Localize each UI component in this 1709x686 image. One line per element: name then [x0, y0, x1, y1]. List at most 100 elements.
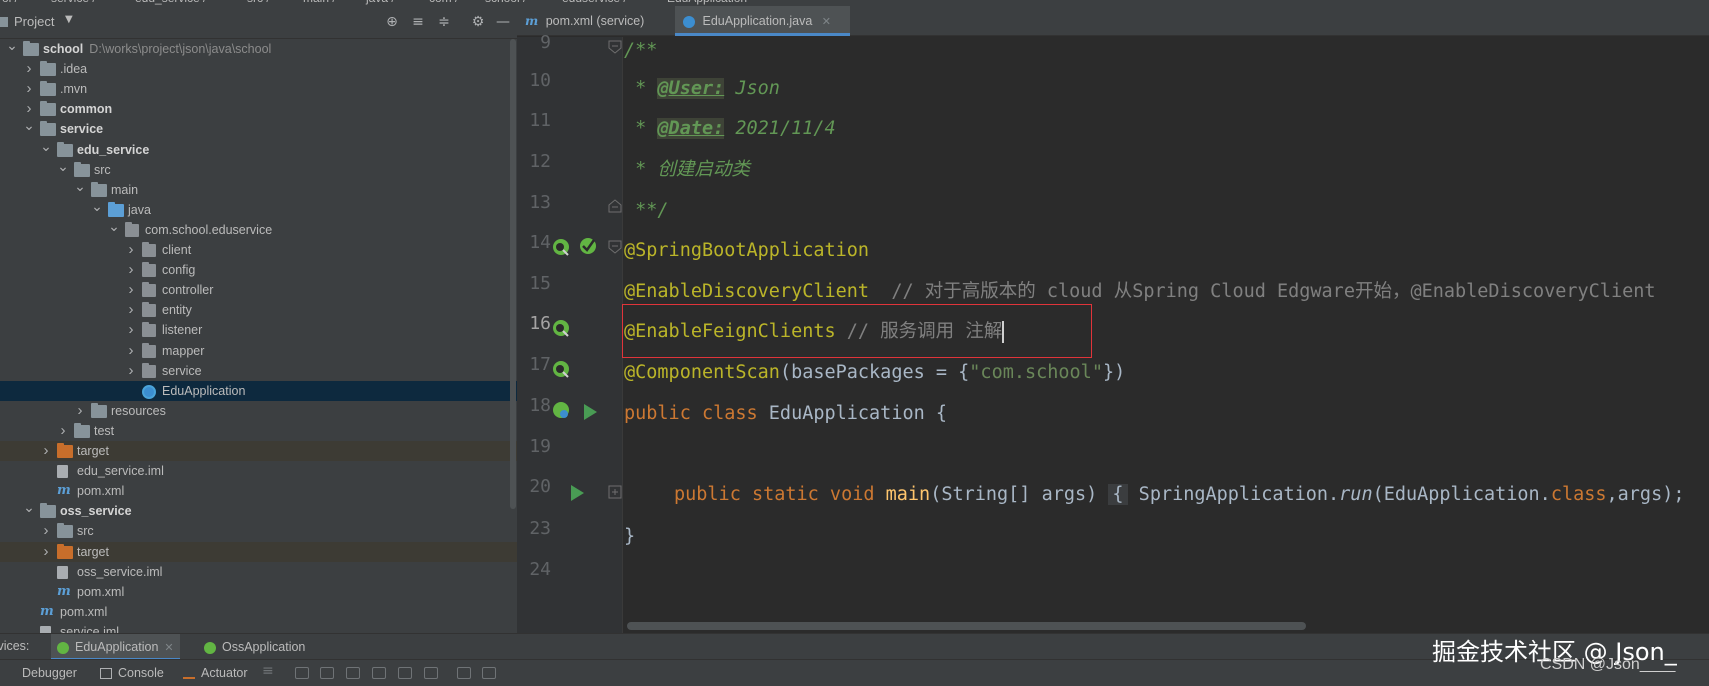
tree-scrollbar[interactable] [509, 39, 517, 633]
run-icon[interactable] [580, 402, 600, 422]
fold-marker-icon[interactable] [608, 40, 622, 54]
tree-item[interactable]: › .idea [0, 59, 517, 79]
chevron-right-icon[interactable]: › [125, 341, 137, 361]
hide-icon[interactable]: — [494, 13, 512, 31]
collapse-all-icon[interactable]: ≑ [435, 13, 453, 31]
tree-item[interactable]: ⌄ main [0, 178, 517, 200]
chevron-right-icon[interactable]: › [40, 542, 52, 562]
debugger-tab[interactable]: Debugger [22, 666, 77, 680]
tree-item[interactable]: › target [0, 541, 517, 562]
breadcrumb-item[interactable]: ol / [2, 0, 18, 5]
close-icon[interactable]: ✕ [164, 642, 173, 654]
console-tab[interactable]: Console [100, 666, 164, 680]
chevron-right-icon[interactable]: › [74, 401, 86, 421]
locate-icon[interactable]: ⊕ [383, 13, 401, 31]
breadcrumb-item[interactable]: edu_service / [135, 0, 206, 5]
chevron-down-icon[interactable]: ⌄ [57, 156, 69, 176]
spring-bean-icon[interactable] [552, 319, 572, 339]
settings-icon[interactable] [482, 667, 496, 679]
tree-item[interactable]: › test [0, 421, 517, 441]
tab-edu-application[interactable]: EduApplication.java ✕ [675, 6, 850, 36]
tree-item[interactable]: oss_service.iml [0, 562, 517, 582]
breadcrumb-item[interactable]: service / [51, 0, 96, 5]
tree-item[interactable]: › mapper [0, 341, 517, 361]
tree-item[interactable]: › .mvn [0, 79, 517, 99]
chevron-right-icon[interactable]: › [125, 361, 137, 381]
step-into-icon[interactable] [320, 667, 334, 679]
chevron-right-icon[interactable]: › [57, 421, 69, 441]
tree-item[interactable]: ⌄ school D:\works\project\json\java\school [0, 37, 517, 59]
actuator-tab[interactable]: Actuator [183, 666, 248, 680]
step-out-icon[interactable] [372, 667, 386, 679]
step-over-icon[interactable] [295, 667, 309, 679]
service-tab-edu-application[interactable]: EduApplication ✕ [51, 634, 180, 660]
run-icon[interactable] [567, 483, 587, 503]
chevron-down-icon[interactable]: ⌄ [6, 35, 18, 55]
tree-item[interactable]: › entity [0, 300, 517, 320]
tree-item[interactable]: service.iml [0, 622, 517, 633]
chevron-right-icon[interactable]: › [125, 280, 137, 300]
folded-region[interactable]: { [1108, 484, 1128, 505]
tree-item[interactable]: edu_service.iml [0, 461, 517, 481]
project-view-title[interactable]: Project [14, 14, 54, 29]
breadcrumb-item[interactable]: main / [303, 0, 336, 5]
fold-expand-icon[interactable] [608, 485, 622, 499]
chevron-right-icon[interactable]: › [125, 240, 137, 260]
chevron-down-icon[interactable]: ⌄ [74, 176, 86, 196]
tree-item[interactable]: EduApplication [0, 380, 517, 401]
chevron-right-icon[interactable]: › [125, 300, 137, 320]
tree-item[interactable]: › client [0, 240, 517, 260]
breadcrumb-item[interactable]: EduApplication [667, 0, 747, 5]
chevron-right-icon[interactable]: › [23, 59, 35, 79]
breadcrumb-item[interactable]: school / [485, 0, 526, 5]
tree-item[interactable]: ⌄ java [0, 198, 517, 220]
fold-marker-icon[interactable] [608, 199, 622, 213]
evaluate-icon[interactable] [457, 667, 471, 679]
tree-item[interactable]: › src [0, 521, 517, 541]
chevron-down-icon[interactable]: ⌄ [108, 216, 120, 236]
spring-bean-icon[interactable] [552, 238, 572, 258]
spring-bean-icon[interactable] [552, 401, 572, 421]
breadcrumb-item[interactable]: com / [429, 0, 458, 5]
expand-all-icon[interactable]: ≡ [409, 13, 427, 31]
tree-item[interactable]: › listener [0, 320, 517, 340]
tree-item[interactable]: ⌄ oss_service [0, 499, 517, 521]
tree-item[interactable]: › resources [0, 401, 517, 421]
breadcrumb-item[interactable]: java / [366, 0, 395, 5]
spring-boot-icon[interactable] [578, 236, 598, 256]
menu-icon[interactable]: ≡ [262, 663, 276, 679]
chevron-right-icon[interactable]: › [125, 260, 137, 280]
tree-item[interactable]: m pom.xml [0, 481, 517, 501]
tree-item[interactable]: › service [0, 361, 517, 381]
chevron-right-icon[interactable]: › [40, 521, 52, 541]
editor-horizontal-scrollbar[interactable] [627, 622, 1306, 630]
gear-icon[interactable]: ⚙ [469, 13, 487, 31]
chevron-right-icon[interactable]: › [23, 79, 35, 99]
tree-item[interactable]: › target [0, 441, 517, 461]
tree-item[interactable]: › common [0, 99, 517, 119]
tree-item[interactable]: m pom.xml [0, 582, 517, 602]
chevron-down-icon[interactable]: ⌄ [91, 196, 103, 216]
tree-item[interactable]: ⌄ edu_service [0, 138, 517, 160]
breadcrumb-item[interactable]: src / [247, 0, 270, 5]
run-to-cursor-icon[interactable] [424, 667, 438, 679]
tree-item[interactable]: › controller [0, 280, 517, 300]
chevron-right-icon[interactable]: › [40, 441, 52, 461]
close-icon[interactable]: ✕ [822, 16, 831, 28]
chevron-down-icon[interactable]: ▼ [65, 14, 73, 25]
fold-marker-icon[interactable] [608, 240, 622, 254]
spring-bean-icon[interactable] [552, 360, 572, 380]
tree-item[interactable]: › config [0, 260, 517, 280]
chevron-down-icon[interactable]: ⌄ [40, 136, 52, 156]
force-step-into-icon[interactable] [346, 667, 360, 679]
chevron-right-icon[interactable]: › [125, 320, 137, 340]
tree-item[interactable]: ⌄ service [0, 117, 517, 139]
service-tab-oss-application[interactable]: OssApplication [198, 634, 311, 660]
tree-item[interactable]: ⌄ com.school.eduservice [0, 218, 517, 240]
chevron-down-icon[interactable]: ⌄ [23, 115, 35, 135]
chevron-down-icon[interactable]: ⌄ [23, 497, 35, 517]
tree-scrollbar-thumb[interactable] [510, 39, 516, 509]
breadcrumb-item[interactable]: eduservice / [562, 0, 627, 5]
drop-frame-icon[interactable] [398, 667, 412, 679]
tree-item[interactable]: m pom.xml [0, 602, 517, 622]
